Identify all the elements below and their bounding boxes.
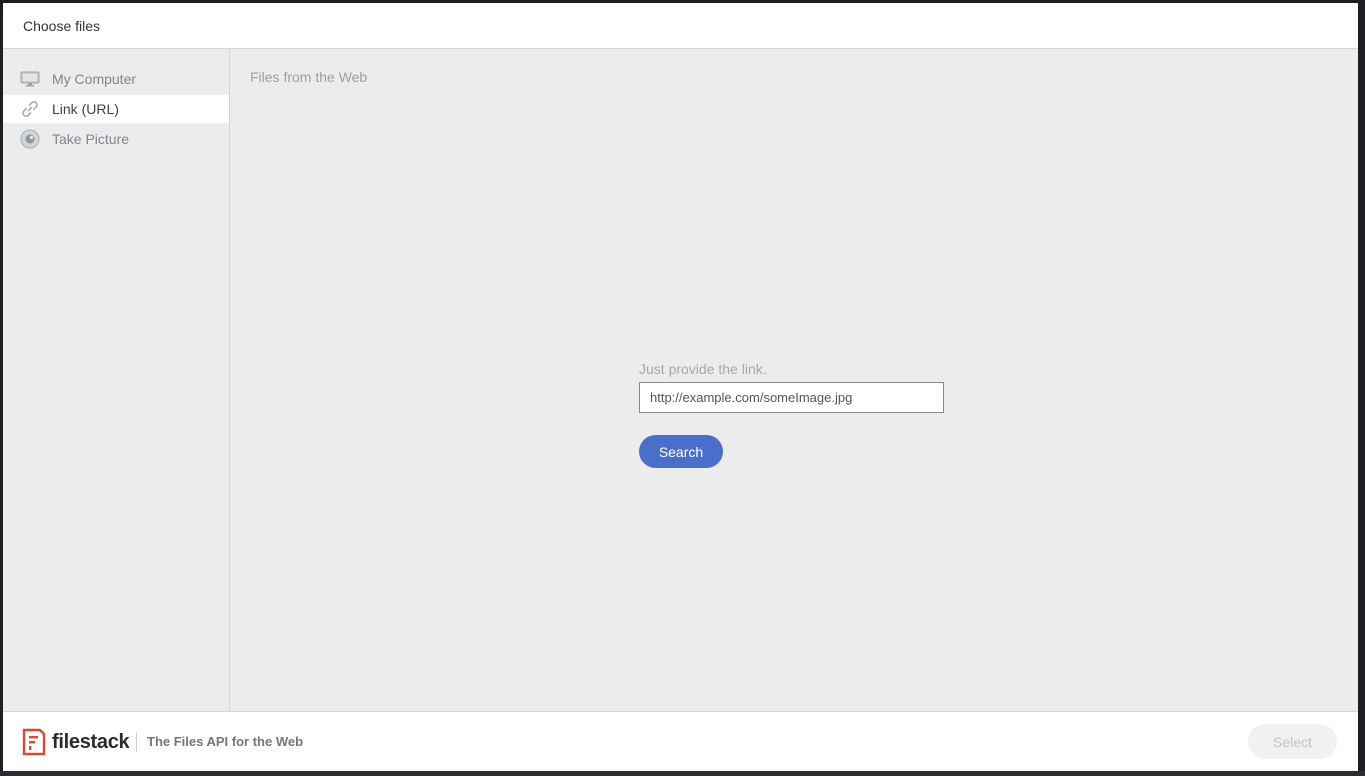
modal-title: Choose files: [23, 18, 101, 34]
url-input[interactable]: [639, 382, 944, 413]
modal-header: Choose files: [3, 3, 1358, 49]
sidebar-item-label: My Computer: [52, 71, 137, 87]
filestack-logo-icon: [22, 728, 46, 756]
camera-icon: [19, 129, 41, 149]
sidebar-item-take-picture[interactable]: Take Picture: [3, 125, 229, 153]
brand-name: filestack: [52, 730, 130, 753]
main-panel: Files from the Web Just provide the link…: [230, 49, 1358, 711]
file-picker-modal: Choose files My Computer Link (URL) Take…: [3, 3, 1358, 771]
modal-footer: filestack The Files API for the Web Sele…: [3, 711, 1358, 771]
background-page: [0, 771, 1365, 776]
monitor-icon: [19, 69, 41, 89]
select-button[interactable]: Select: [1248, 724, 1337, 759]
source-sidebar: My Computer Link (URL) Take Picture: [3, 49, 230, 711]
link-icon: [19, 99, 41, 119]
brand-tagline: The Files API for the Web: [147, 734, 304, 749]
search-button[interactable]: Search: [639, 435, 723, 468]
footer-divider: [136, 732, 137, 752]
filestack-logo: filestack: [22, 728, 130, 756]
sidebar-item-link-url[interactable]: Link (URL): [3, 95, 229, 123]
sidebar-item-my-computer[interactable]: My Computer: [3, 65, 229, 93]
link-input-label: Just provide the link.: [639, 361, 767, 377]
sidebar-item-label: Take Picture: [52, 131, 130, 147]
panel-title: Files from the Web: [250, 69, 368, 85]
sidebar-item-label: Link (URL): [52, 101, 119, 117]
